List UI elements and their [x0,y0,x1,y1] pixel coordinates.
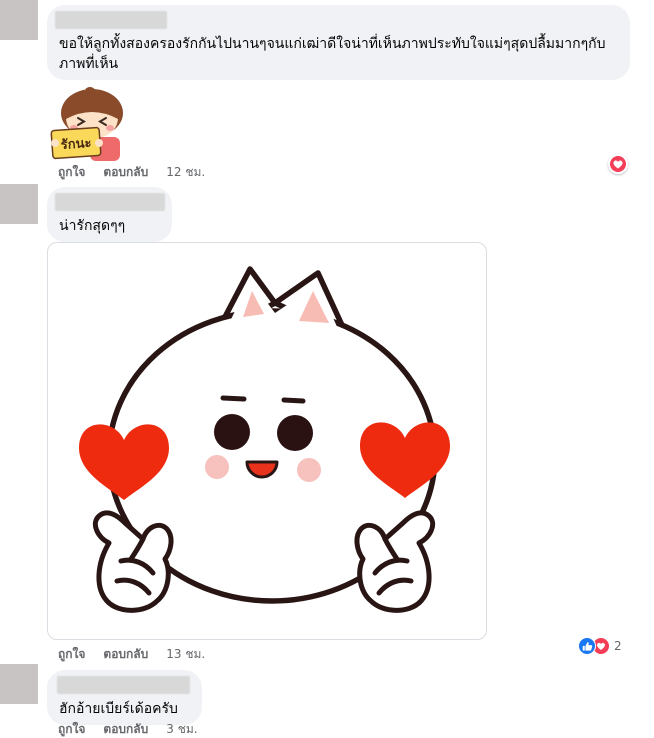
left-eye [214,414,250,450]
right-cheek [297,458,321,482]
left-hand [92,510,174,613]
like-button[interactable]: ถูกใจ [58,721,85,737]
reply-button[interactable]: ตอบกลับ [103,164,148,180]
right-cheek [106,125,114,131]
reaction-count[interactable]: 2 [614,639,622,653]
reaction-summary[interactable]: 2 [578,637,628,655]
love-sign-sticker: รักนะ [50,87,123,161]
left-cheek [205,455,229,479]
cat-finger-heart-sticker [79,266,450,613]
right-eye [277,415,313,451]
avatar[interactable] [0,664,38,704]
reaction-summary[interactable] [608,154,628,174]
comment-bubble: น่ารักสุดๆๆ [47,187,172,242]
reply-button[interactable]: ตอบกลับ [103,646,148,662]
author-name-redacted[interactable] [57,676,190,694]
comment-bubble: ฮักอ้ายเบียร์เด้อครับ [47,670,202,725]
like-button[interactable]: ถูกใจ [58,646,85,662]
comment-timestamp[interactable]: 13 ชม. [166,646,205,662]
reply-button[interactable]: ตอบกลับ [103,721,148,737]
comment-text: ฮักอ้ายเบียร์เด้อครับ [59,701,178,717]
sign-text: รักนะ [60,136,92,153]
author-name-redacted[interactable] [55,11,167,29]
comment-actions: ถูกใจ ตอบกลับ 13 ชม. [58,646,205,662]
comment-timestamp[interactable]: 3 ชม. [166,721,197,737]
comment-text: ขอให้ลูกทั้งสองครองรักกันไปนานๆจนแก่เฒ่า… [59,36,606,72]
comment-actions: ถูกใจ ตอบกลับ 3 ชม. [58,721,198,737]
comment-text: น่ารักสุดๆๆ [59,218,126,234]
like-button[interactable]: ถูกใจ [58,164,85,180]
sticker-attachment [47,242,487,640]
comment-timestamp[interactable]: 12 ชม. [166,164,205,180]
heart-icon [610,156,626,172]
author-name-redacted[interactable] [55,193,165,211]
right-hand [95,139,103,147]
comment-bubble: ขอให้ลูกทั้งสองครองรักกันไปนานๆจนแก่เฒ่า… [47,5,630,80]
comment-actions: ถูกใจ ตอบกลับ 12 ชม. [58,164,205,180]
like-icon [578,637,596,655]
left-hand [51,139,59,147]
right-hand [354,510,436,613]
right-eyebrow [281,397,306,404]
left-eyebrow [220,395,247,402]
avatar[interactable] [0,0,38,40]
avatar[interactable] [0,184,38,224]
